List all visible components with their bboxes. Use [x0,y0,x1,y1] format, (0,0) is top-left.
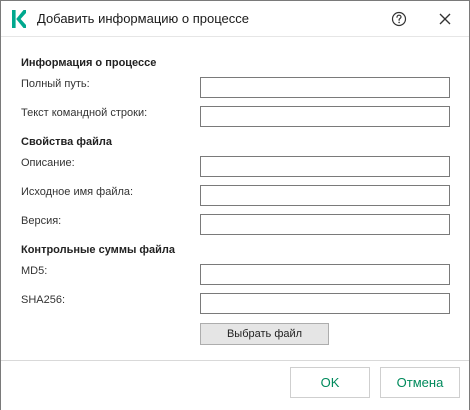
command-line-input[interactable] [200,106,450,127]
version-label: Версия: [21,215,62,227]
md5-label: MD5: [21,265,48,277]
title-bar: Добавить информацию о процессе [1,1,469,36]
cancel-button[interactable]: Отмена [380,367,460,398]
section-title-file-properties: Свойства файла [21,136,112,148]
command-line-label: Текст командной строки: [21,107,148,119]
section-title-process-info: Информация о процессе [21,57,157,69]
kaspersky-logo-icon [12,10,26,28]
original-file-name-label: Исходное имя файла: [21,186,134,198]
description-input[interactable] [200,156,450,177]
ok-button[interactable]: OK [290,367,370,398]
description-label: Описание: [21,157,75,169]
full-path-label: Полный путь: [21,78,90,90]
original-file-name-input[interactable] [200,185,450,206]
close-icon[interactable] [435,9,455,29]
sha256-input[interactable] [200,293,450,314]
dialog-footer: OK Отмена [1,360,469,410]
md5-input[interactable] [200,264,450,285]
help-icon[interactable] [389,9,409,29]
version-input[interactable] [200,214,450,235]
sha256-label: SHA256: [21,294,66,306]
add-process-info-dialog: Добавить информацию о процессе Информаци… [0,0,470,410]
section-title-checksums: Контрольные суммы файла [21,244,176,256]
select-file-button[interactable]: Выбрать файл [200,323,329,345]
dialog-body: Информация о процессе Полный путь: Текст… [1,36,469,361]
dialog-title: Добавить информацию о процессе [37,11,249,26]
full-path-input[interactable] [200,77,450,98]
